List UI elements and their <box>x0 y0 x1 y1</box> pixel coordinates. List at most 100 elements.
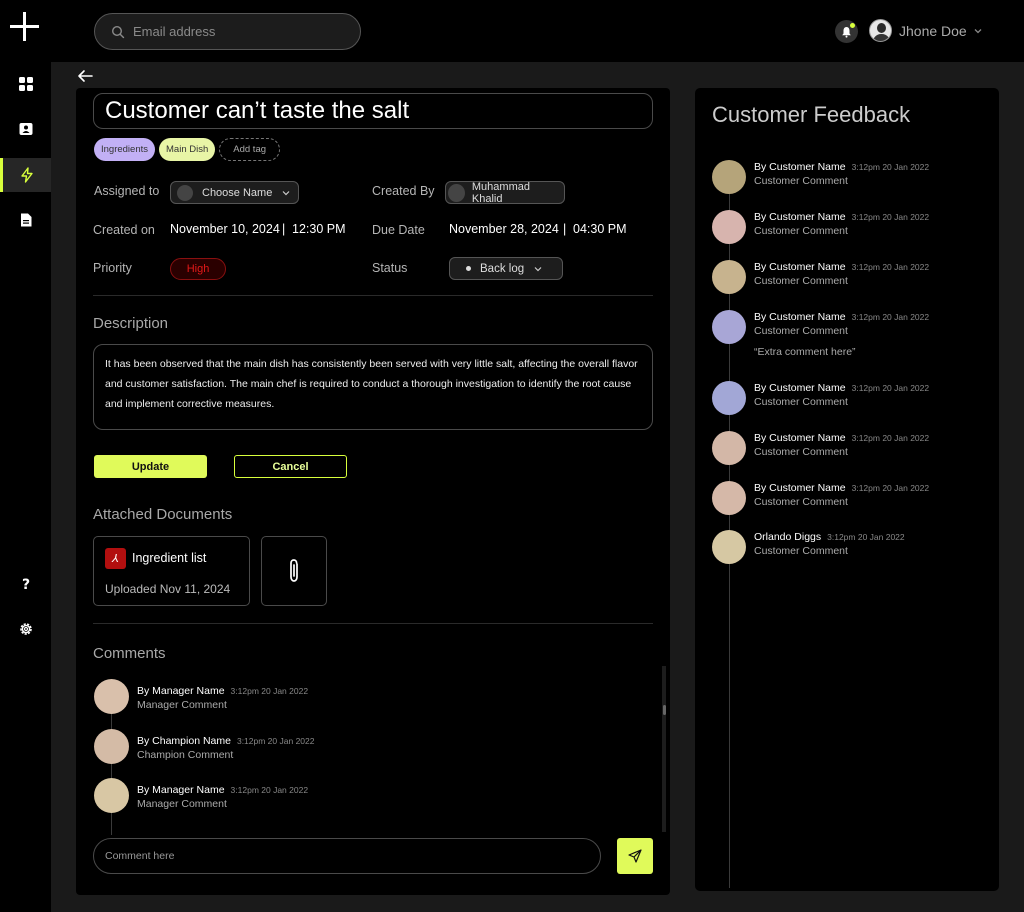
feedback-heading: Customer Feedback <box>712 102 911 127</box>
description-field[interactable]: It has been observed that the main dish … <box>93 344 653 430</box>
feedback-extra-comment: “Extra comment here” <box>754 346 856 358</box>
lightning-icon <box>21 167 33 183</box>
search-bar[interactable] <box>94 13 361 50</box>
chevron-down-icon <box>282 190 290 195</box>
feedback-time: 3:12pm 20 Jan 2022 <box>851 433 930 443</box>
sidebar: ? <box>0 0 51 912</box>
feedback-time: 3:12pm 20 Jan 2022 <box>827 532 905 542</box>
logo[interactable] <box>10 12 39 41</box>
tag-ingredients[interactable]: Ingredients <box>94 138 156 161</box>
feedback-text: Customer Comment <box>754 325 848 337</box>
comment-time: 3:12pm 20 Jan 2022 <box>230 686 309 696</box>
feedback-text: Customer Comment <box>754 545 848 557</box>
grid-icon <box>18 77 33 91</box>
scrollbar[interactable] <box>662 666 666 832</box>
status-dot <box>466 266 471 271</box>
comment-field[interactable] <box>93 838 601 874</box>
comment-text: Manager Comment <box>137 699 227 711</box>
attached-documents-heading: Attached Documents <box>93 506 233 523</box>
search-input[interactable] <box>133 24 333 39</box>
comment-author: By Manager Name <box>137 685 225 697</box>
user-menu[interactable]: Jhone Doe <box>869 19 983 42</box>
gear-icon <box>19 623 32 635</box>
cancel-button[interactable]: Cancel <box>234 455 347 478</box>
avatar <box>94 778 129 813</box>
created-on-date: November 10, 2024 <box>170 222 280 236</box>
scrollbar-thumb[interactable] <box>663 705 666 715</box>
avatar <box>712 310 746 344</box>
feedback-author: By Customer Name <box>754 382 846 394</box>
document-card[interactable]: ⅄ Ingredient list Uploaded Nov 11, 2024 <box>93 536 250 606</box>
due-date-label: Due Date <box>372 223 425 237</box>
tag-list: Ingredients Main Dish Add tag <box>94 138 281 161</box>
status-label: Status <box>372 261 408 275</box>
created-on-time: 12:30 PM <box>292 222 346 236</box>
feedback-text: Customer Comment <box>754 496 848 508</box>
document-icon <box>20 213 31 227</box>
sidebar-item-help[interactable]: ? <box>0 567 51 601</box>
comment-time: 3:12pm 20 Jan 2022 <box>230 785 309 795</box>
comment-input[interactable] <box>105 839 585 873</box>
avatar <box>448 183 465 202</box>
user-name: Jhone Doe <box>899 22 967 39</box>
avatar <box>712 260 746 294</box>
attach-file-button[interactable] <box>261 536 327 606</box>
chevron-down-icon <box>974 28 982 33</box>
avatar <box>712 431 746 465</box>
sidebar-item-users[interactable] <box>0 112 51 146</box>
pdf-icon: ⅄ <box>105 548 126 569</box>
assigned-to-select[interactable]: Choose Name <box>170 181 299 204</box>
comment-author: By Champion Name <box>137 735 231 747</box>
avatar <box>712 210 746 244</box>
divider <box>93 623 653 624</box>
feedback-time: 3:12pm 20 Jan 2022 <box>851 212 930 222</box>
feedback-time: 3:12pm 20 Jan 2022 <box>851 383 930 393</box>
sidebar-item-documents[interactable] <box>0 203 51 237</box>
divider <box>93 295 653 296</box>
send-button[interactable] <box>617 838 653 874</box>
sidebar-item-tickets[interactable] <box>0 158 51 192</box>
feedback-text: Customer Comment <box>754 225 848 237</box>
avatar <box>712 381 746 415</box>
notification-button[interactable] <box>835 20 858 43</box>
ticket-title-field[interactable]: Customer can’t taste the salt <box>93 93 653 129</box>
comments-heading: Comments <box>93 645 166 662</box>
user-card-icon <box>19 123 32 135</box>
sidebar-item-dashboard[interactable] <box>0 67 51 101</box>
document-name: Ingredient list <box>132 551 207 565</box>
separator: | <box>563 222 567 236</box>
due-date-time: 04:30 PM <box>573 222 627 236</box>
feedback-author: By Customer Name <box>754 311 846 323</box>
help-icon: ? <box>21 577 29 592</box>
update-button[interactable]: Update <box>94 455 207 478</box>
feedback-time: 3:12pm 20 Jan 2022 <box>851 262 930 272</box>
feedback-author: Orlando Diggs <box>754 531 822 543</box>
feedback-text: Customer Comment <box>754 175 848 187</box>
feedback-text: Customer Comment <box>754 396 848 408</box>
assigned-to-value: Choose Name <box>202 186 273 199</box>
feedback-author: By Customer Name <box>754 211 846 223</box>
back-arrow-icon[interactable] <box>76 69 94 83</box>
created-on-label: Created on <box>93 223 155 237</box>
priority-badge[interactable]: High <box>170 258 226 280</box>
feedback-time: 3:12pm 20 Jan 2022 <box>851 312 930 322</box>
feedback-text: Customer Comment <box>754 275 848 287</box>
avatar <box>712 481 746 515</box>
app: ? Jhone Doe Customer can’t taste the sal… <box>0 0 1024 912</box>
feedback-author: By Customer Name <box>754 482 846 494</box>
description-heading: Description <box>93 315 169 332</box>
send-icon <box>628 849 642 863</box>
notification-dot <box>850 23 855 28</box>
comment-text: Manager Comment <box>137 798 227 810</box>
paperclip-icon <box>290 559 298 582</box>
customer-feedback-panel: Customer Feedback By Customer Name 3:12pm… <box>695 88 999 891</box>
created-by-value: Muhammad Khalid <box>471 180 530 205</box>
svg-text:?: ? <box>21 577 29 592</box>
due-date-date: November 28, 2024 <box>449 222 559 236</box>
tag-main-dish[interactable]: Main Dish <box>159 138 216 161</box>
add-tag-button[interactable]: Add tag <box>219 138 281 161</box>
feedback-text: Customer Comment <box>754 446 848 458</box>
sidebar-item-settings[interactable] <box>0 612 51 646</box>
status-select[interactable]: Back log <box>449 257 563 280</box>
status-value: Back log <box>480 262 525 275</box>
